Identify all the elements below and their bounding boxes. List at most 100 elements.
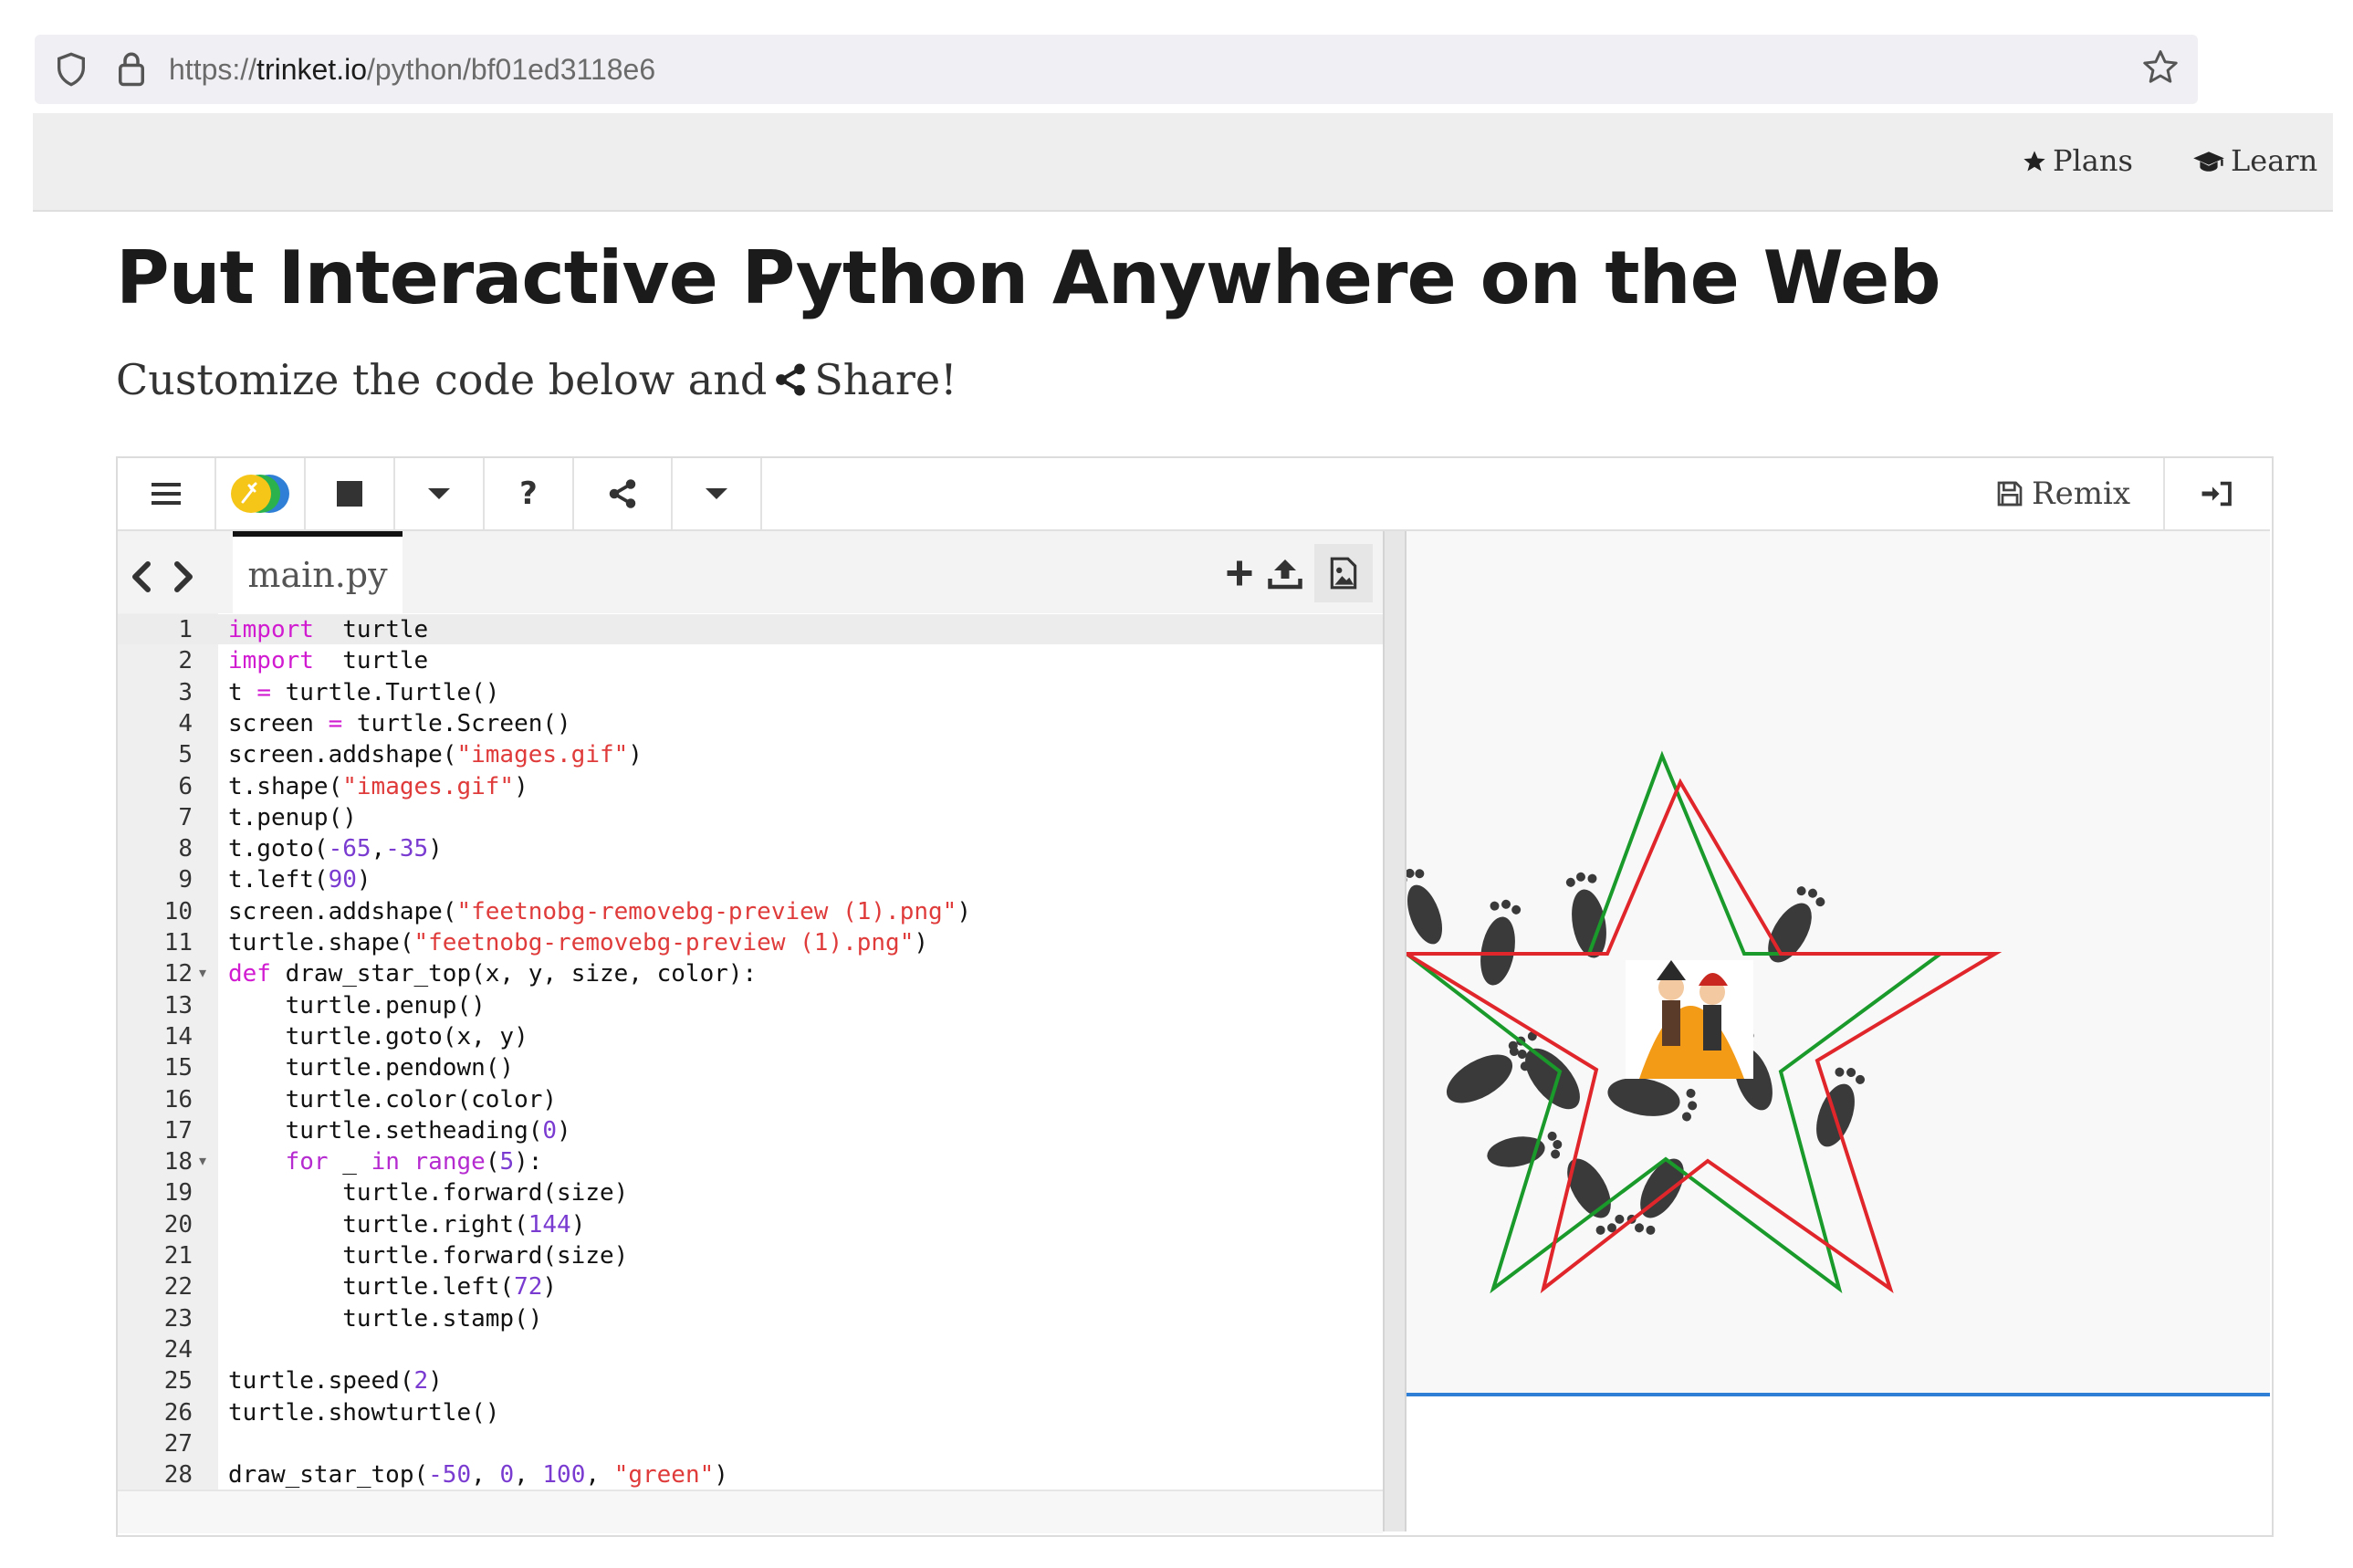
code-line[interactable]: def draw_star_top(x, y, size, color):: [228, 958, 757, 989]
subtitle-share-text: Share!: [814, 355, 957, 404]
editor-footer: [118, 1490, 1383, 1533]
code-token: 90: [328, 866, 357, 894]
code-token: t.shape(: [228, 772, 343, 800]
run-icon: [231, 475, 289, 513]
image-file-icon: [1330, 557, 1357, 590]
line-number: 25: [163, 1367, 193, 1396]
code-line[interactable]: import turtle: [228, 614, 428, 645]
line-number: 27: [163, 1429, 193, 1458]
code-token: draw_star_top(: [228, 1461, 429, 1490]
code-line[interactable]: turtle.forward(size): [228, 1240, 628, 1271]
login-button[interactable]: [2165, 458, 2269, 529]
costumed-figures-image: [1626, 960, 1753, 1079]
nav-link-learn[interactable]: Learn: [2192, 139, 2317, 183]
code-token: "feetnobg-removebg-preview (1).png": [456, 897, 957, 925]
help-button[interactable]: ?: [485, 458, 574, 529]
code-line[interactable]: turtle.left(72): [228, 1271, 557, 1302]
image-library-button[interactable]: [1314, 544, 1373, 602]
code-line[interactable]: turtle.right(144): [228, 1209, 585, 1240]
run-button[interactable]: [216, 458, 306, 529]
pane-splitter[interactable]: [1383, 531, 1407, 1531]
code-line[interactable]: turtle.goto(x, y): [228, 1021, 528, 1052]
code-token: -65: [328, 835, 371, 863]
fold-toggle-icon[interactable]: ▾: [199, 958, 206, 989]
hamburger-icon: [152, 483, 181, 505]
code-line[interactable]: turtle.color(color): [228, 1084, 557, 1115]
code-token: import: [228, 616, 314, 643]
upload-icon[interactable]: [1267, 557, 1303, 590]
url-text[interactable]: https://trinket.io/python/bf01ed3118e6: [169, 49, 655, 89]
line-number: 5: [178, 741, 193, 769]
fold-toggle-icon[interactable]: ▾: [199, 1146, 206, 1177]
sign-in-icon: [2201, 481, 2232, 507]
star-icon: [2024, 151, 2045, 172]
code-line[interactable]: turtle.setheading(0): [228, 1115, 571, 1146]
code-token: screen.addshape(: [228, 897, 457, 925]
code-line[interactable]: turtle.showturtle(): [228, 1397, 499, 1428]
code-token: 0: [542, 1116, 558, 1145]
line-number: 4: [178, 709, 193, 737]
code-line[interactable]: turtle.penup(): [228, 990, 486, 1021]
line-number: 6: [178, 772, 193, 800]
stop-button[interactable]: [306, 458, 395, 529]
code-line[interactable]: t.penup(): [228, 802, 357, 833]
line-number: 8: [178, 835, 193, 863]
line-number: 15: [163, 1054, 193, 1082]
file-tab-main-py[interactable]: main.py: [233, 531, 403, 613]
code-token: 144: [528, 1210, 571, 1239]
code-line[interactable]: turtle.forward(size): [228, 1177, 628, 1208]
code-token: ): [514, 772, 528, 800]
code-token: range: [413, 1148, 486, 1176]
code-token: 100: [542, 1461, 586, 1490]
turtle-drawing: [1407, 750, 2003, 1294]
code-token: turtle.forward(size): [228, 1179, 629, 1207]
code-token: (: [485, 1148, 500, 1176]
code-token: turtle.setheading(: [228, 1116, 543, 1145]
code-line[interactable]: import turtle: [228, 645, 428, 676]
code-line[interactable]: for _ in range(5):: [228, 1146, 543, 1177]
code-line[interactable]: turtle.speed(2): [228, 1365, 443, 1396]
url-path: /python/bf01ed3118e6: [366, 53, 656, 86]
add-file-icon[interactable]: [1223, 557, 1256, 590]
code-token: turtle: [313, 647, 429, 675]
code-token: ): [570, 1210, 586, 1239]
code-token: turtle.Screen(): [342, 709, 571, 737]
shield-icon[interactable]: [53, 51, 89, 88]
line-number: 24: [163, 1335, 193, 1364]
code-line[interactable]: t.left(90): [228, 864, 371, 895]
share-icon: [609, 479, 636, 508]
code-token: ): [914, 929, 929, 956]
share-icon: [776, 363, 806, 396]
line-number: 17: [163, 1116, 193, 1145]
code-view-toggle-icon[interactable]: [128, 559, 201, 595]
nav-link-plans[interactable]: Plans: [2022, 139, 2133, 183]
code-line[interactable]: draw_star_top(-50, 0, 100, "green"): [228, 1459, 728, 1490]
code-line[interactable]: screen.addshape("images.gif"): [228, 739, 643, 770]
bookmark-star-icon[interactable]: [2140, 47, 2180, 88]
page-title: Put Interactive Python Anywhere on the W…: [116, 235, 1941, 320]
console-output[interactable]: [1407, 1396, 2270, 1531]
line-number: 7: [178, 803, 193, 831]
menu-button[interactable]: [118, 458, 216, 529]
run-options-dropdown[interactable]: [395, 458, 485, 529]
lock-icon[interactable]: [115, 49, 148, 88]
code-token: "images.gif": [342, 772, 515, 800]
code-token: turtle.color(color): [228, 1085, 558, 1113]
code-line[interactable]: t.shape("images.gif"): [228, 771, 528, 802]
code-token: ): [714, 1461, 728, 1490]
share-options-dropdown[interactable]: [673, 458, 762, 529]
help-label: ?: [519, 476, 538, 512]
code-line[interactable]: screen = turtle.Screen(): [228, 708, 571, 739]
site-navbar: [33, 113, 2333, 212]
line-number: 22: [163, 1273, 193, 1301]
code-line[interactable]: turtle.stamp(): [228, 1303, 542, 1334]
code-line[interactable]: t = turtle.Turtle(): [228, 677, 499, 708]
remix-button[interactable]: Remix: [1962, 458, 2165, 529]
code-token: _: [328, 1148, 371, 1176]
code-line[interactable]: screen.addshape("feetnobg-removebg-previ…: [228, 896, 971, 927]
code-line[interactable]: t.goto(-65,-35): [228, 833, 443, 864]
code-line[interactable]: turtle.pendown(): [228, 1052, 514, 1083]
graduation-cap-icon: [2193, 152, 2224, 172]
code-line[interactable]: turtle.shape("feetnobg-removebg-preview …: [228, 927, 928, 958]
share-button[interactable]: [574, 458, 673, 529]
